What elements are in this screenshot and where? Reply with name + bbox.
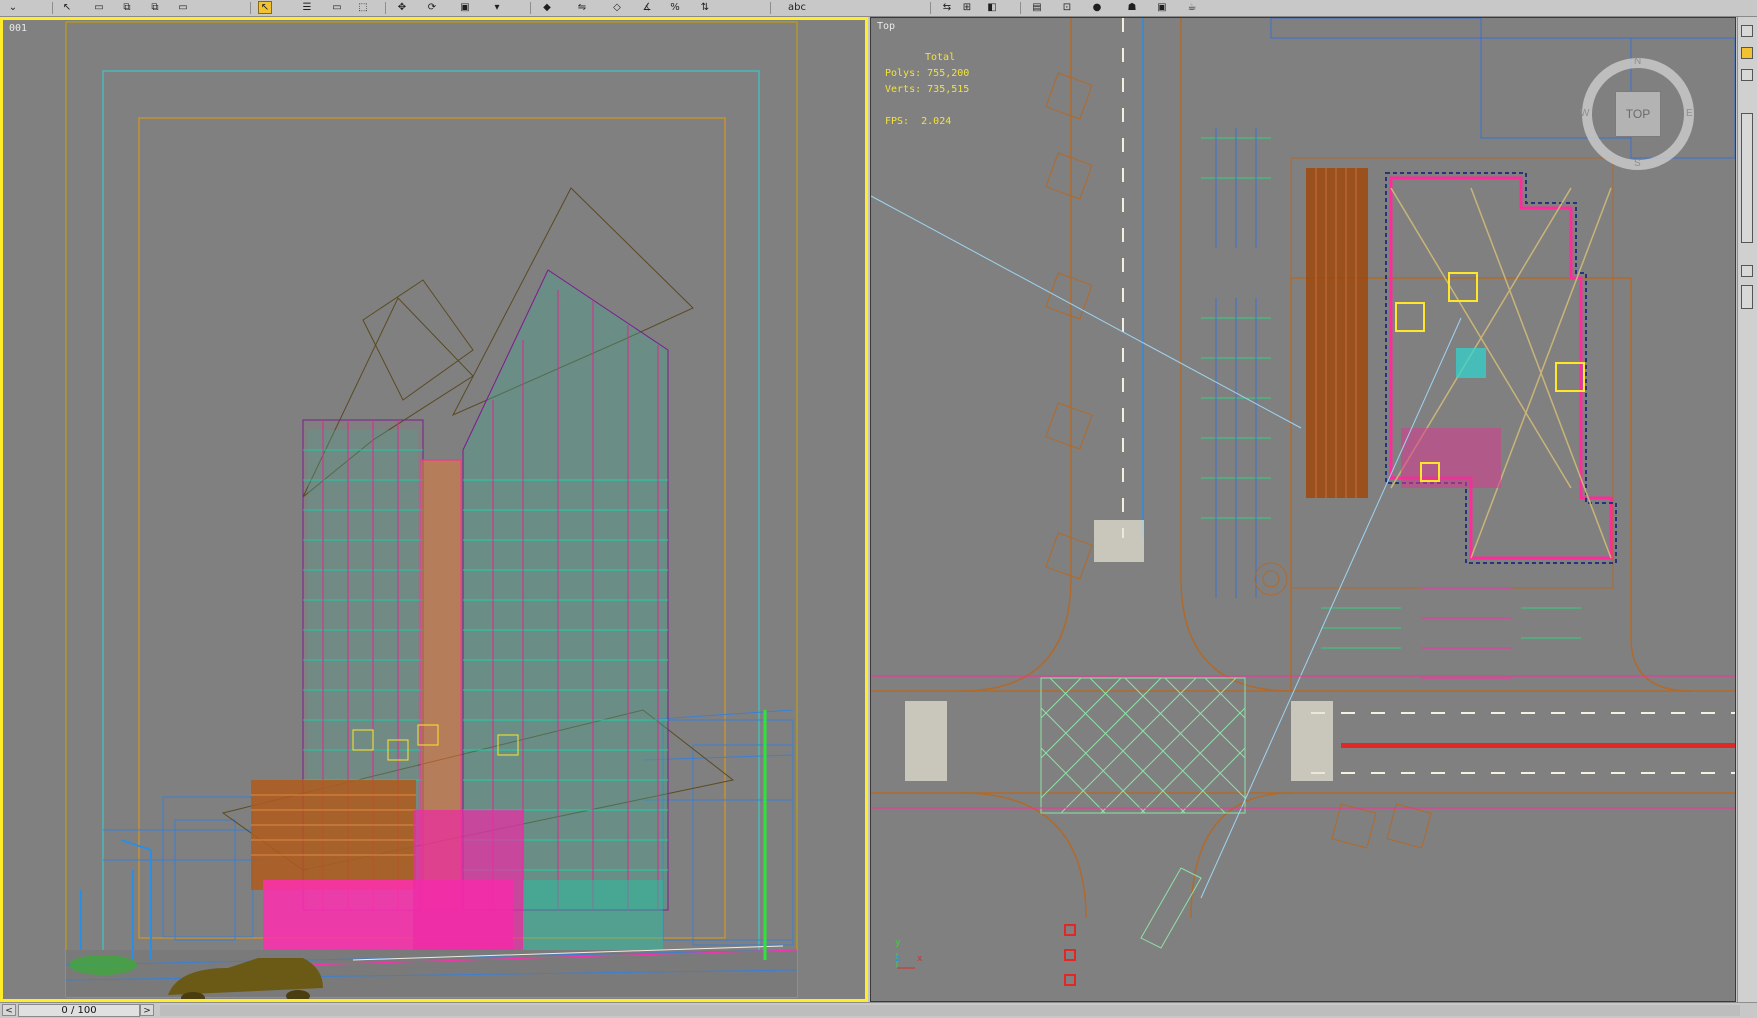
- mirror-icon[interactable]: ⇋: [575, 1, 589, 14]
- statistics-overlay: Total Polys: 755,200 Verts: 735,515 FPS:…: [885, 50, 969, 130]
- main-toolbar: ⌄ ↖ ▭ ⧉ ⧉ ▭ ↖ ☰ ▭ ⬚ ✥ ⟳ ▣ ▾ ◆ ⇋ ◇ ∡% ⇅ abc ⇆ ⊞ ◧ ▤ ⊡ ● ☗ ▣ ☕: [0, 0, 1757, 17]
- stats-spacer: [885, 98, 969, 114]
- render-setup-icon[interactable]: ☗: [1125, 1, 1139, 14]
- toolbar-separator: [250, 2, 251, 14]
- toolbar-separator: [385, 2, 386, 14]
- angle-snap-icon[interactable]: ∡: [640, 1, 654, 14]
- command-panel-edge: [1737, 17, 1757, 1002]
- stats-total-label: Total: [925, 52, 956, 63]
- compass-west[interactable]: W: [1580, 108, 1589, 119]
- select-arrow-icon[interactable]: ↖: [258, 1, 272, 14]
- curve-editor-icon[interactable]: ▤: [1030, 1, 1044, 14]
- rotate-icon[interactable]: ⟳: [425, 1, 439, 14]
- select-by-name-icon[interactable]: ☰: [300, 1, 314, 14]
- perspective-scene: [65, 21, 798, 999]
- snap-icon[interactable]: ◇: [610, 1, 624, 14]
- compass-east[interactable]: E: [1686, 108, 1693, 119]
- viewcube-top-face[interactable]: TOP: [1615, 91, 1661, 137]
- schematic-icon[interactable]: ⊡: [1060, 1, 1074, 14]
- compass-north[interactable]: N: [1634, 56, 1641, 67]
- toolbar-separator: [52, 2, 53, 14]
- scale-icon[interactable]: ▣: [458, 1, 472, 14]
- perspective-viewport[interactable]: 001: [0, 17, 868, 1002]
- link-icon[interactable]: ▭: [92, 1, 106, 14]
- align-icon[interactable]: ⊞: [960, 1, 974, 14]
- toolbar-separator: [530, 2, 531, 14]
- toolbar-separator: [770, 2, 771, 14]
- selection-filter-icon[interactable]: ▭: [176, 1, 190, 14]
- layer-icon[interactable]: ◧: [985, 1, 999, 14]
- unlink-icon[interactable]: ⧉: [120, 1, 134, 14]
- toolbar-separator: [930, 2, 931, 14]
- time-prev-button[interactable]: <: [2, 1004, 16, 1016]
- named-selection-icon[interactable]: abc: [788, 1, 806, 14]
- render-frame-icon[interactable]: ▣: [1155, 1, 1169, 14]
- mirror-tool-icon[interactable]: ⇆: [940, 1, 954, 14]
- axis-z-label: z: [895, 954, 901, 964]
- compass-south[interactable]: S: [1634, 158, 1641, 169]
- time-slider-bar: < 0 / 100 >: [0, 1002, 1757, 1018]
- axis-x-label: x: [917, 954, 923, 964]
- top-viewport[interactable]: Top Total Polys: 755,200 Verts: 735,515 …: [870, 17, 1736, 1002]
- command-panel-rollout-2[interactable]: [1741, 285, 1753, 309]
- render-icon[interactable]: ☕: [1185, 1, 1199, 14]
- move-icon[interactable]: ✥: [395, 1, 409, 14]
- stats-fps: FPS: 2.024: [885, 116, 952, 127]
- percent-snap-icon[interactable]: %: [668, 1, 682, 14]
- bind-icon[interactable]: ⧉: [148, 1, 162, 14]
- window-crossing-icon[interactable]: ⬚: [356, 1, 370, 14]
- time-next-button[interactable]: >: [140, 1004, 154, 1016]
- spinner-snap-icon[interactable]: ⇅: [698, 1, 712, 14]
- command-panel-modify-tab[interactable]: [1741, 69, 1753, 81]
- command-panel-scroll[interactable]: [1741, 113, 1753, 243]
- command-panel-button[interactable]: [1741, 25, 1753, 37]
- command-panel-create-tab[interactable]: [1741, 47, 1753, 59]
- command-panel-rollout[interactable]: [1741, 265, 1753, 277]
- select-object-icon[interactable]: ↖: [60, 1, 74, 14]
- select-icon[interactable]: ⌄: [6, 1, 20, 14]
- viewport-label-top[interactable]: Top: [877, 21, 895, 32]
- toolbar-separator: [1020, 2, 1021, 14]
- stats-polys: Polys: 755,200: [885, 68, 970, 79]
- time-slider[interactable]: 0 / 100: [18, 1004, 140, 1017]
- axis-y-label: y: [895, 938, 901, 948]
- rect-selection-icon[interactable]: ▭: [330, 1, 344, 14]
- material-editor-icon[interactable]: ●: [1090, 1, 1104, 14]
- time-track[interactable]: [160, 1005, 1740, 1016]
- viewcube[interactable]: TOP N S E W: [1580, 56, 1694, 170]
- reference-coord-icon[interactable]: ▾: [490, 1, 504, 14]
- pivot-icon[interactable]: ◆: [540, 1, 554, 14]
- stats-verts: Verts: 735,515: [885, 84, 970, 95]
